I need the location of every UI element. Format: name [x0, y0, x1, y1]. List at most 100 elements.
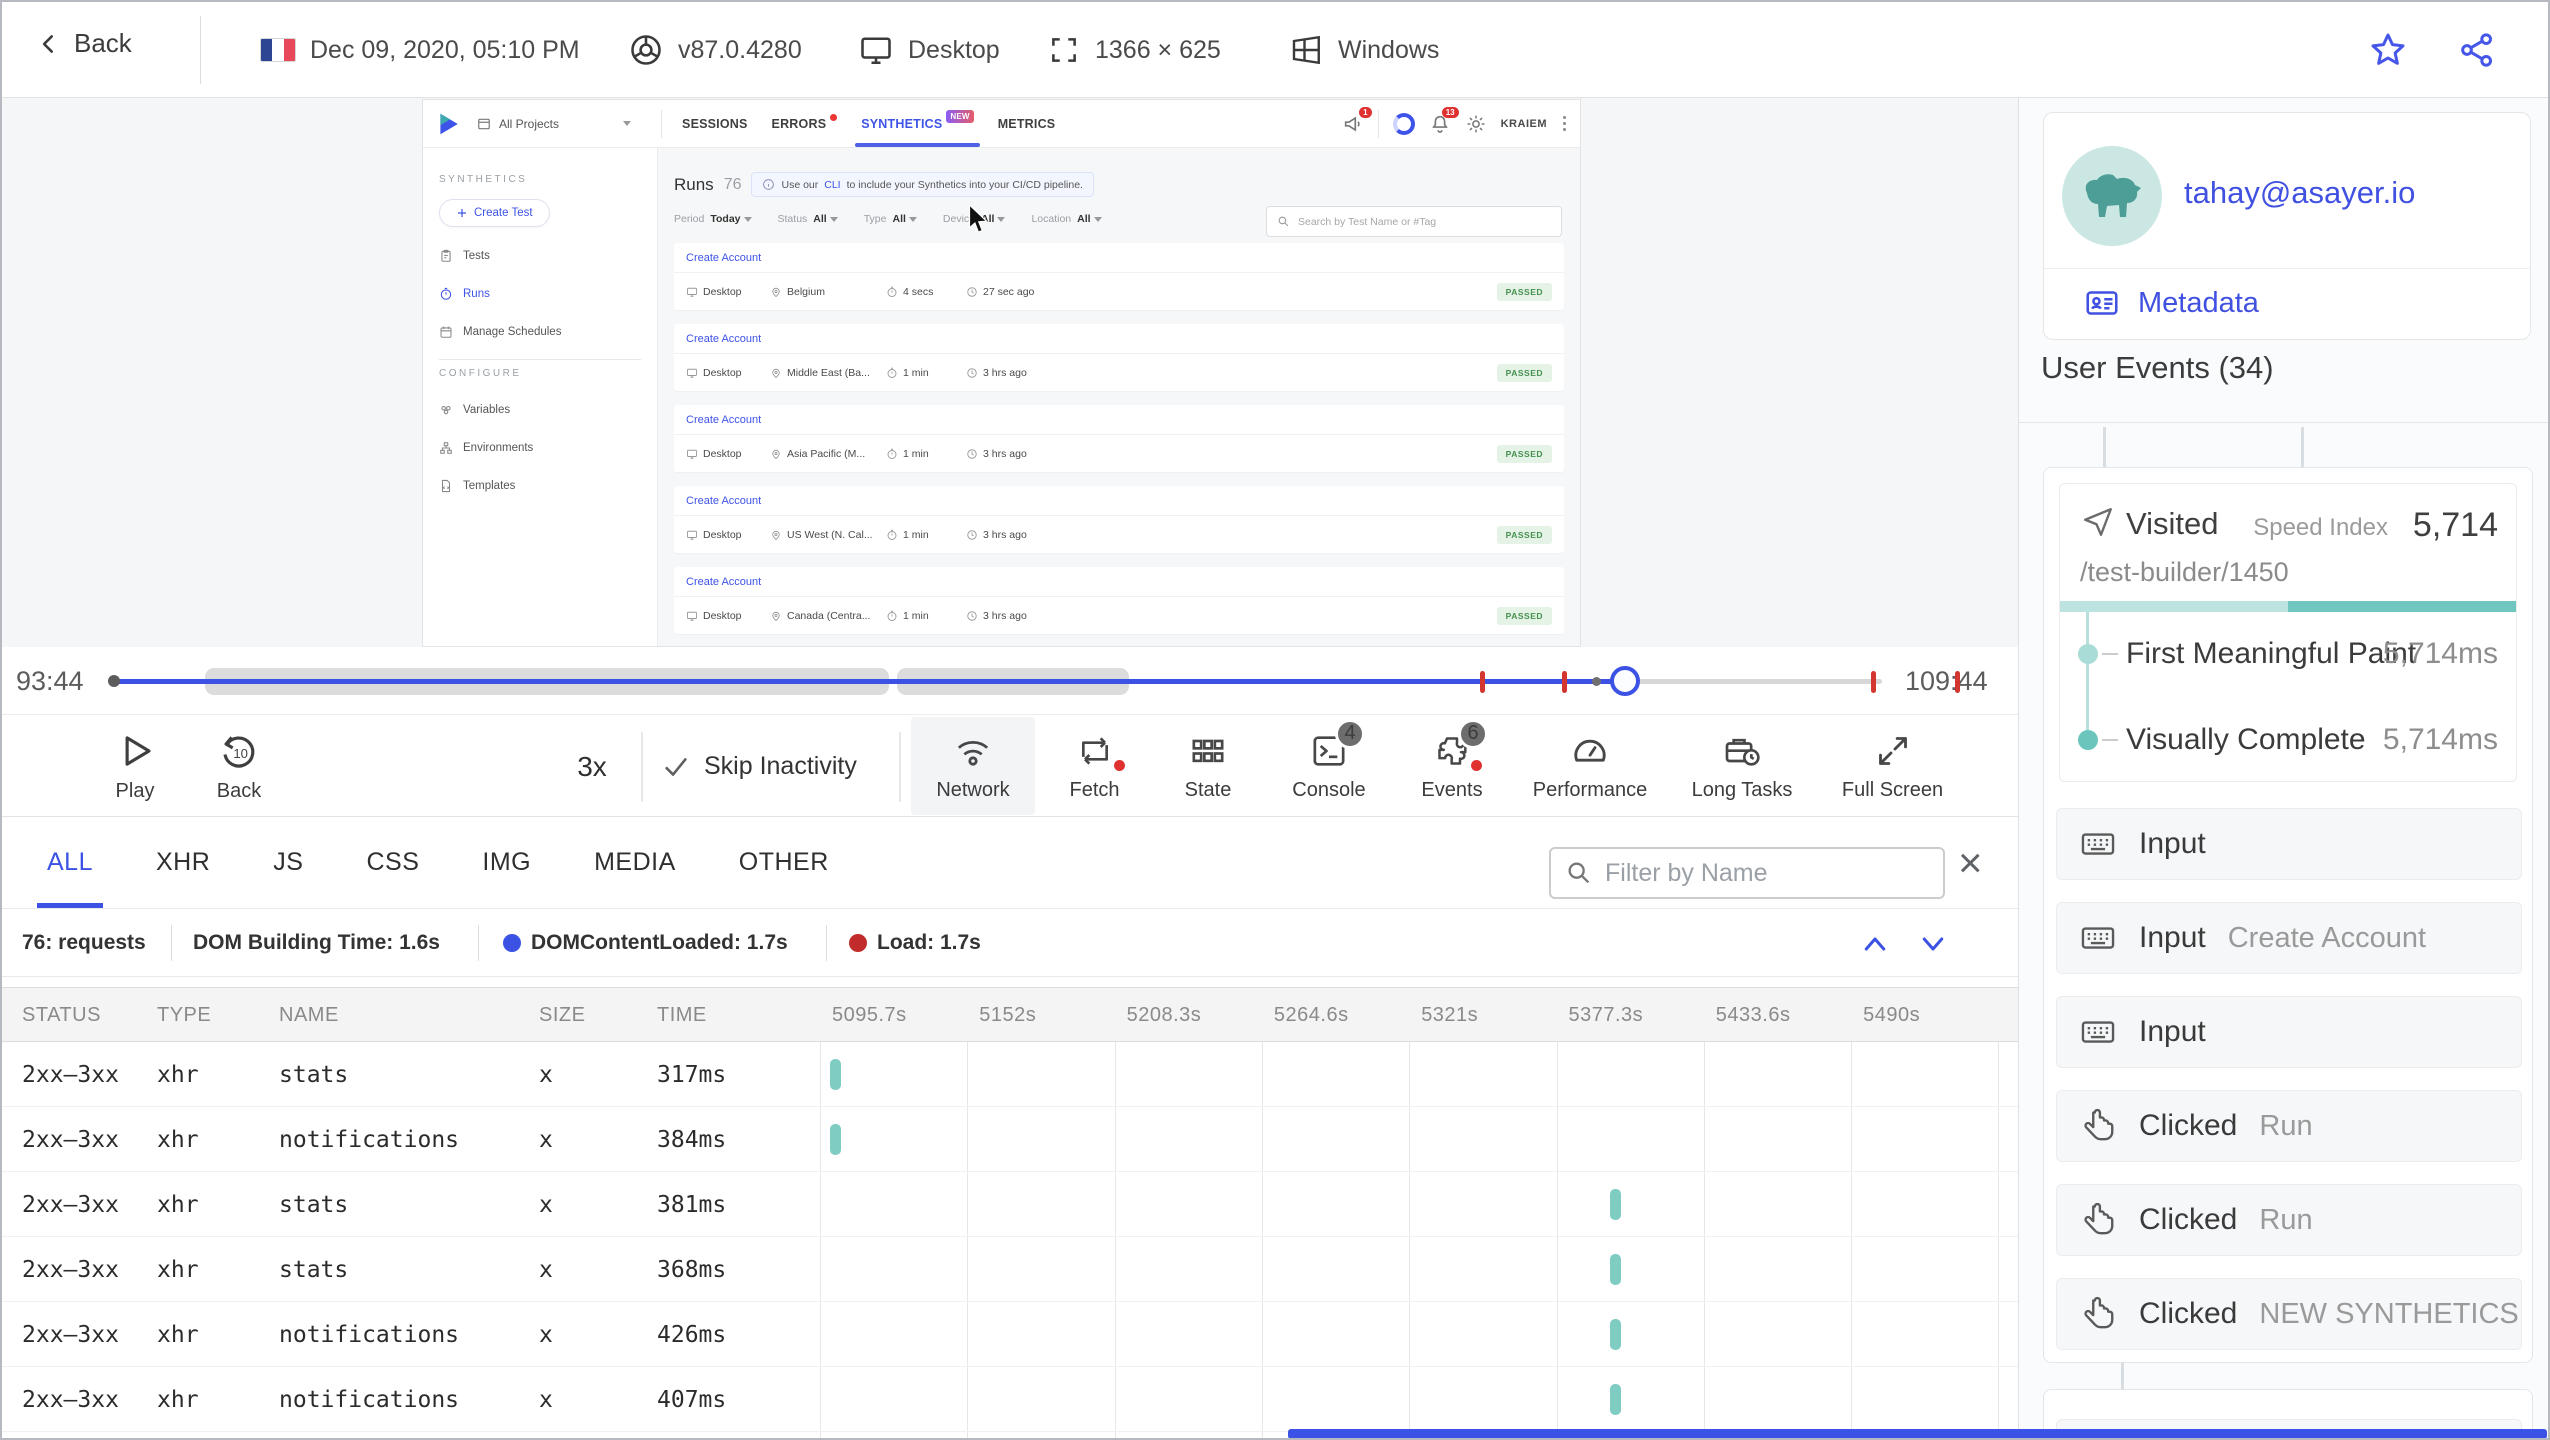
run-test-name[interactable]: Create Account: [674, 243, 1564, 273]
back-10-button[interactable]: 10 Back: [184, 717, 294, 815]
filter-dropdown[interactable]: Location All: [1031, 213, 1102, 225]
network-tab[interactable]: MEDIA: [594, 817, 676, 908]
favorite-star-icon[interactable]: [2368, 30, 2408, 70]
run-card[interactable]: Create Account Desktop Asia Pacific (M..…: [674, 405, 1564, 472]
sidebar-item-runs[interactable]: Runs: [423, 275, 657, 313]
share-icon[interactable]: [2457, 30, 2497, 70]
stats-divider: [478, 925, 479, 961]
network-tab[interactable]: XHR: [156, 817, 210, 908]
filter-value: All: [1077, 213, 1102, 225]
fmp-value: 5,714ms: [2382, 637, 2498, 670]
user-event-item[interactable]: Input: [2056, 996, 2522, 1068]
run-status-badge: PASSED: [1496, 606, 1552, 625]
back-button[interactable]: Back: [36, 28, 132, 59]
bottom-scrollbar[interactable]: [1288, 1429, 2547, 1438]
network-request-row[interactable]: 2xx–3xx xhr stats x 317ms: [2, 1042, 2018, 1107]
network-filter-input[interactable]: Filter by Name: [1549, 847, 1945, 899]
cli-link[interactable]: CLI: [824, 179, 840, 191]
col-name: NAME: [279, 1004, 339, 1026]
tab-errors[interactable]: ERRORS: [768, 100, 842, 147]
gear-icon[interactable]: [1465, 113, 1487, 135]
network-request-row[interactable]: 2xx–3xx xhr stats x 368ms: [2, 1237, 2018, 1302]
network-tab[interactable]: CSS: [366, 817, 419, 908]
filter-dropdown[interactable]: Status All: [778, 213, 838, 225]
sidebar-item-variables[interactable]: Variables: [423, 391, 657, 429]
jump-up-button[interactable]: [1860, 931, 1890, 957]
sidebar-item-environments[interactable]: Environments: [423, 429, 657, 467]
play-icon: [125, 735, 151, 766]
run-card[interactable]: Create Account Desktop Belgium 4 secs 27…: [674, 243, 1564, 310]
panel-button-state[interactable]: State: [1154, 717, 1262, 815]
sidebar-item-templates[interactable]: Templates: [423, 467, 657, 505]
run-test-name[interactable]: Create Account: [674, 567, 1564, 597]
metric-dash: [2102, 653, 2118, 655]
network-tab[interactable]: ALL: [37, 817, 103, 908]
sidebar-item-tests[interactable]: Tests: [423, 237, 657, 275]
panel-button-long-tasks[interactable]: Long Tasks: [1672, 717, 1812, 815]
more-menu-icon[interactable]: [1561, 114, 1568, 133]
tab-metrics[interactable]: METRICS: [994, 100, 1060, 147]
clock-icon: [967, 286, 977, 297]
visited-event-card[interactable]: Visited Speed Index 5,714 /test-builder/…: [2059, 483, 2517, 782]
network-request-row[interactable]: 2xx–3xx xhr stats x 381ms: [2, 1172, 2018, 1237]
user-event-item[interactable]: Clicked NEW SYNTHETICS: [2056, 1278, 2522, 1350]
playback-speed-button[interactable]: 3x: [557, 715, 627, 818]
dcl-marker-dot: [503, 934, 521, 952]
network-tab[interactable]: JS: [273, 817, 303, 908]
user-event-item[interactable]: Input Create Account: [2056, 902, 2522, 974]
tab-sessions[interactable]: SESSIONS: [678, 100, 752, 147]
filter-dropdown[interactable]: Period Today: [674, 213, 752, 225]
panel-button-performance[interactable]: Performance: [1515, 717, 1665, 815]
panel-button-console[interactable]: 4 Console: [1270, 717, 1388, 815]
network-tab[interactable]: IMG: [482, 817, 531, 908]
filter-value: All: [892, 213, 917, 225]
replay-stage: All Projects SESSIONS ERRORS SYNTHETICS N…: [2, 98, 2018, 647]
filter-label: Location: [1031, 213, 1072, 225]
dom-building-time: DOM Building Time: 1.6s: [193, 931, 440, 954]
announcements-button[interactable]: 1: [1342, 106, 1372, 135]
run-card[interactable]: Create Account Desktop Middle East (Ba..…: [674, 324, 1564, 391]
waterfall-time-label: 5264.6s: [1273, 1004, 1349, 1026]
run-test-name[interactable]: Create Account: [674, 405, 1564, 435]
app-header-actions: 1 13 KRAIEM: [1342, 106, 1568, 138]
project-selector[interactable]: All Projects: [477, 117, 645, 131]
network-tab[interactable]: OTHER: [739, 817, 829, 908]
request-name: stats: [279, 1256, 349, 1283]
tab-synthetics[interactable]: SYNTHETICS NEW: [855, 100, 981, 147]
device-info: Desktop: [858, 2, 1000, 98]
replay-timeline[interactable]: 93:44 109:44: [2, 647, 2018, 714]
run-test-name[interactable]: Create Account: [674, 486, 1564, 516]
close-panel-button[interactable]: ×: [1958, 835, 1983, 891]
briefcase-clock-icon: [1725, 738, 1760, 766]
network-request-row[interactable]: 2xx–3xx xhr notifications x 426ms: [2, 1302, 2018, 1367]
sidebar-item-manage-schedules[interactable]: Manage Schedules: [423, 313, 657, 351]
panel-button-fetch[interactable]: Fetch: [1042, 717, 1147, 815]
user-event-item[interactable]: Clicked Run: [2056, 1184, 2522, 1256]
filter-dropdown[interactable]: Type All: [864, 213, 917, 225]
play-button[interactable]: Play: [80, 717, 190, 815]
filter-placeholder: Filter by Name: [1605, 858, 1768, 887]
create-test-button[interactable]: Create Test: [439, 199, 550, 227]
skip-inactivity-toggle[interactable]: Skip Inactivity: [662, 715, 857, 818]
user-menu[interactable]: KRAIEM: [1501, 118, 1547, 130]
panel-button-full-screen[interactable]: Full Screen: [1820, 717, 1965, 815]
network-request-row[interactable]: 2xx–3xx xhr notifications x 407ms: [2, 1367, 2018, 1432]
playhead[interactable]: [1610, 666, 1640, 696]
panel-button-events[interactable]: 6 Events: [1396, 717, 1508, 815]
test-search-input[interactable]: Search by Test Name or #Tag: [1266, 206, 1562, 237]
metadata-button[interactable]: Metadata: [2084, 285, 2259, 321]
jump-down-button[interactable]: [1918, 931, 1948, 957]
stopwatch-icon: [887, 448, 897, 459]
user-event-item[interactable]: Input: [2056, 808, 2522, 880]
run-card[interactable]: Create Account Desktop US West (N. Cal..…: [674, 486, 1564, 553]
user-email-link[interactable]: tahay@asayer.io: [2184, 175, 2415, 211]
user-event-item[interactable]: Clicked Run: [2056, 1090, 2522, 1162]
stopwatch-icon: [887, 610, 897, 621]
network-request-row[interactable]: 2xx–3xx xhr notifications x 384ms: [2, 1107, 2018, 1172]
panel-button-network[interactable]: Network: [911, 717, 1035, 815]
run-test-name[interactable]: Create Account: [674, 324, 1564, 354]
runs-count: 76: [723, 175, 742, 193]
notifications-button[interactable]: 13: [1429, 106, 1459, 135]
run-card[interactable]: Create Account Desktop Canada (Centra...: [674, 567, 1564, 634]
stats-divider: [826, 925, 827, 961]
